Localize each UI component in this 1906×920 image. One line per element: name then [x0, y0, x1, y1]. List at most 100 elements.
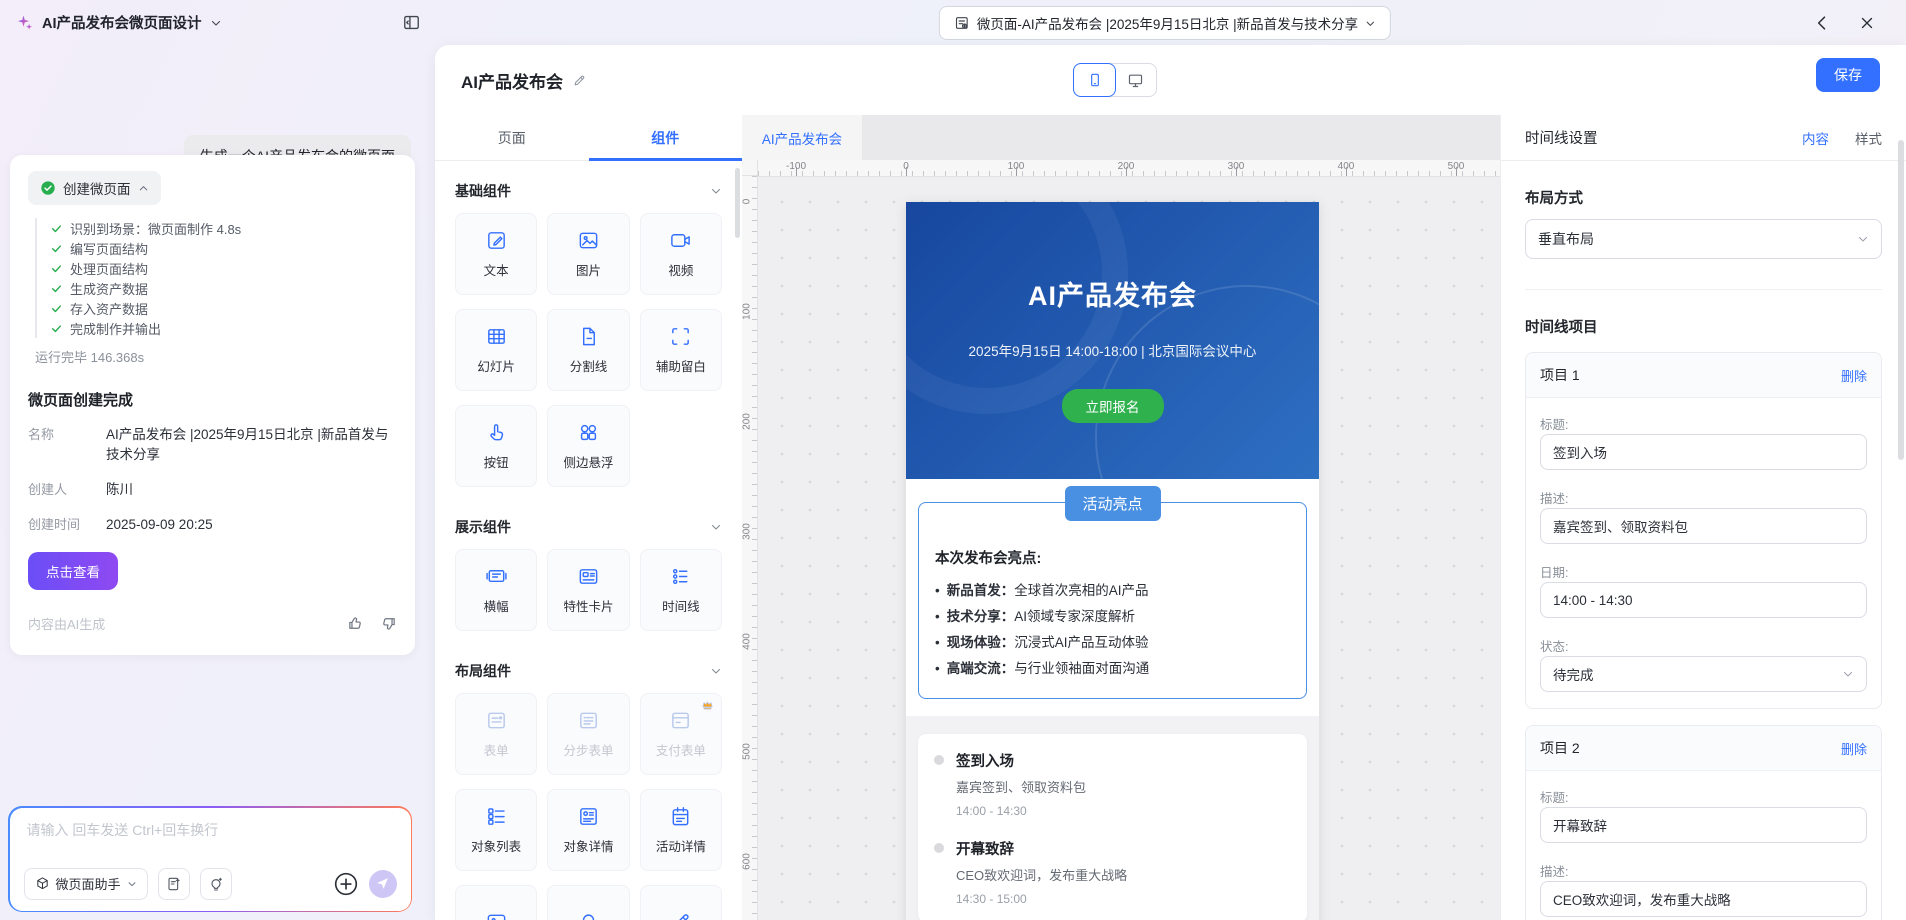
- doc-add-icon: [167, 877, 180, 890]
- result-field-row: 创建人 陈川: [28, 480, 397, 500]
- app-logo-icon: [16, 14, 34, 32]
- doc-switcher[interactable]: 微页面-AI产品发布会 |2025年9月15日北京 |新品首发与技术分享: [938, 6, 1392, 40]
- title-input[interactable]: [1540, 807, 1867, 843]
- chevron-down-icon[interactable]: [710, 665, 722, 677]
- component-card-float[interactable]: 侧边悬浮: [547, 405, 630, 487]
- layout-mode-select[interactable]: 垂直布局: [1525, 219, 1882, 259]
- check-icon: [52, 304, 61, 312]
- status-select[interactable]: 待完成: [1540, 656, 1867, 692]
- prompt-template-button[interactable]: [157, 867, 190, 900]
- component-card-button[interactable]: 按钮: [455, 405, 538, 487]
- signup-button[interactable]: 立即报名: [1061, 389, 1164, 423]
- component-card-slides[interactable]: 幻灯片: [455, 309, 538, 391]
- desktop-view-button[interactable]: [1115, 64, 1156, 96]
- highlights-section[interactable]: 活动亮点 本次发布会亮点: • 新品首发：全球首次亮相的AI产品 • 技术分享：AI…: [906, 479, 1319, 716]
- timeline-dot: [934, 843, 944, 853]
- chat-input-card: 微页面助手: [8, 806, 412, 912]
- component-card-text[interactable]: 文本: [455, 213, 538, 295]
- chat-input[interactable]: [24, 820, 400, 839]
- paper-plane-icon: [377, 878, 388, 889]
- mobile-view-button[interactable]: [1073, 63, 1116, 97]
- component-card-partial-1[interactable]: [455, 885, 538, 920]
- task-step: 完成制作并输出: [50, 318, 397, 338]
- components-scrollbar[interactable]: [735, 168, 740, 238]
- run-complete-text: 运行完毕 146.368s: [35, 350, 145, 365]
- save-button[interactable]: 保存: [1816, 58, 1880, 92]
- check-circle-icon: [41, 181, 55, 195]
- add-attachment-button[interactable]: [333, 871, 359, 897]
- component-card-pay-form: 支付表单: [639, 693, 722, 775]
- view-result-button[interactable]: 点击查看: [28, 552, 118, 590]
- item-name: 项目 2: [1540, 740, 1580, 756]
- assistant-selector[interactable]: 微页面助手: [23, 867, 148, 900]
- component-card-timeline[interactable]: 时间线: [639, 549, 722, 631]
- highlights-badge: 活动亮点: [1064, 486, 1161, 521]
- image-card-icon: [487, 914, 506, 920]
- component-card-step-form: 分步表单: [547, 693, 630, 775]
- timeline-items-label: 时间线项目: [1525, 320, 1598, 336]
- page-title: AI产品发布会: [461, 72, 563, 92]
- preview-hero[interactable]: AI产品发布会 2025年9月15日 14:00-18:00 | 北京国际会议中…: [906, 202, 1319, 479]
- task-collapse-chip[interactable]: 创建微页面: [28, 171, 161, 205]
- component-card-spacer[interactable]: 辅助留白: [639, 309, 722, 391]
- pay-form-icon: [672, 712, 690, 729]
- send-button[interactable]: [368, 869, 397, 898]
- slides-icon: [487, 329, 505, 344]
- close-button[interactable]: [1858, 14, 1876, 32]
- chevron-down-icon[interactable]: [710, 521, 722, 533]
- canvas-viewport[interactable]: AI产品发布会 2025年9月15日 14:00-18:00 | 北京国际会议中…: [758, 176, 1500, 920]
- video-icon: [671, 234, 691, 247]
- tab-pages[interactable]: 页面: [435, 115, 589, 160]
- delete-item-button[interactable]: 删除: [1841, 366, 1867, 385]
- phone-preview[interactable]: AI产品发布会 2025年9月15日 14:00-18:00 | 北京国际会议中…: [906, 202, 1319, 920]
- check-icon: [52, 324, 61, 332]
- editor-card: AI产品发布会 保存 页面 组件 基础组件 文本 图片 视频 幻灯片 分割线 辅…: [435, 45, 1906, 920]
- canvas-area: AI产品发布会 -100 0 100 200 300 400 500 0 100…: [742, 115, 1500, 920]
- highlights-heading: 本次发布会亮点:: [935, 551, 1042, 567]
- collapse-panel-button[interactable]: [402, 13, 421, 32]
- group-header-layout: 布局组件: [455, 661, 722, 681]
- settings-scrollbar[interactable]: [1898, 140, 1904, 460]
- date-input[interactable]: [1540, 582, 1867, 618]
- idea-button[interactable]: [199, 867, 232, 900]
- banner-icon: [486, 570, 507, 583]
- tab-style[interactable]: 样式: [1855, 128, 1882, 148]
- thumb-up-icon[interactable]: [347, 615, 364, 632]
- step-form-icon: [580, 712, 597, 729]
- canvas-tab[interactable]: AI产品发布会: [742, 115, 862, 160]
- delete-item-button[interactable]: 删除: [1841, 739, 1867, 758]
- component-card-divider[interactable]: 分割线: [547, 309, 630, 391]
- component-card-object-detail[interactable]: 对象详情: [547, 789, 630, 871]
- divider-icon: [582, 327, 595, 346]
- component-card-video[interactable]: 视频: [639, 213, 722, 295]
- task-chip-label: 创建微页面: [63, 182, 131, 197]
- component-card-feature[interactable]: 特性卡片: [547, 549, 630, 631]
- ai-generated-note: 内容由AI生成: [28, 617, 106, 632]
- badge-icon: [582, 913, 595, 920]
- thumb-down-icon[interactable]: [380, 615, 397, 632]
- lightbulb-icon: [210, 877, 222, 891]
- tab-content[interactable]: 内容: [1802, 128, 1829, 148]
- tab-components[interactable]: 组件: [588, 115, 743, 161]
- task-step: 识别到场景：微页面制作 4.8s: [50, 218, 397, 238]
- component-card-activity-detail[interactable]: 活动详情: [639, 789, 722, 871]
- desc-input[interactable]: [1540, 881, 1867, 917]
- side-float-icon: [580, 424, 597, 441]
- title-input[interactable]: [1540, 434, 1867, 470]
- component-card-image[interactable]: 图片: [547, 213, 630, 295]
- ai-response-card: 创建微页面 识别到场景：微页面制作 4.8s 编写页面结构 处理页面结构 生成资…: [10, 155, 415, 655]
- component-card-banner[interactable]: 横幅: [455, 549, 538, 631]
- back-button[interactable]: [1812, 13, 1832, 33]
- assistant-name: 微页面助手: [55, 877, 121, 892]
- component-card-partial-3[interactable]: [639, 885, 722, 920]
- desc-input[interactable]: [1540, 508, 1867, 544]
- preview-timeline-card[interactable]: 签到入场 嘉宾签到、领取资料包 14:00 - 14:30 开幕致辞 CEO致欢…: [918, 734, 1307, 920]
- edit-pencil-icon[interactable]: [572, 73, 587, 88]
- chevron-down-icon[interactable]: [710, 185, 722, 197]
- monitor-icon: [1128, 74, 1143, 87]
- component-card-partial-2[interactable]: [547, 885, 630, 920]
- component-card-object-list[interactable]: 对象列表: [455, 789, 538, 871]
- chevron-down-icon: [1859, 237, 1867, 242]
- chevron-down-icon: [1844, 672, 1852, 677]
- app-title-group[interactable]: AI产品发布会微页面设计: [16, 0, 222, 45]
